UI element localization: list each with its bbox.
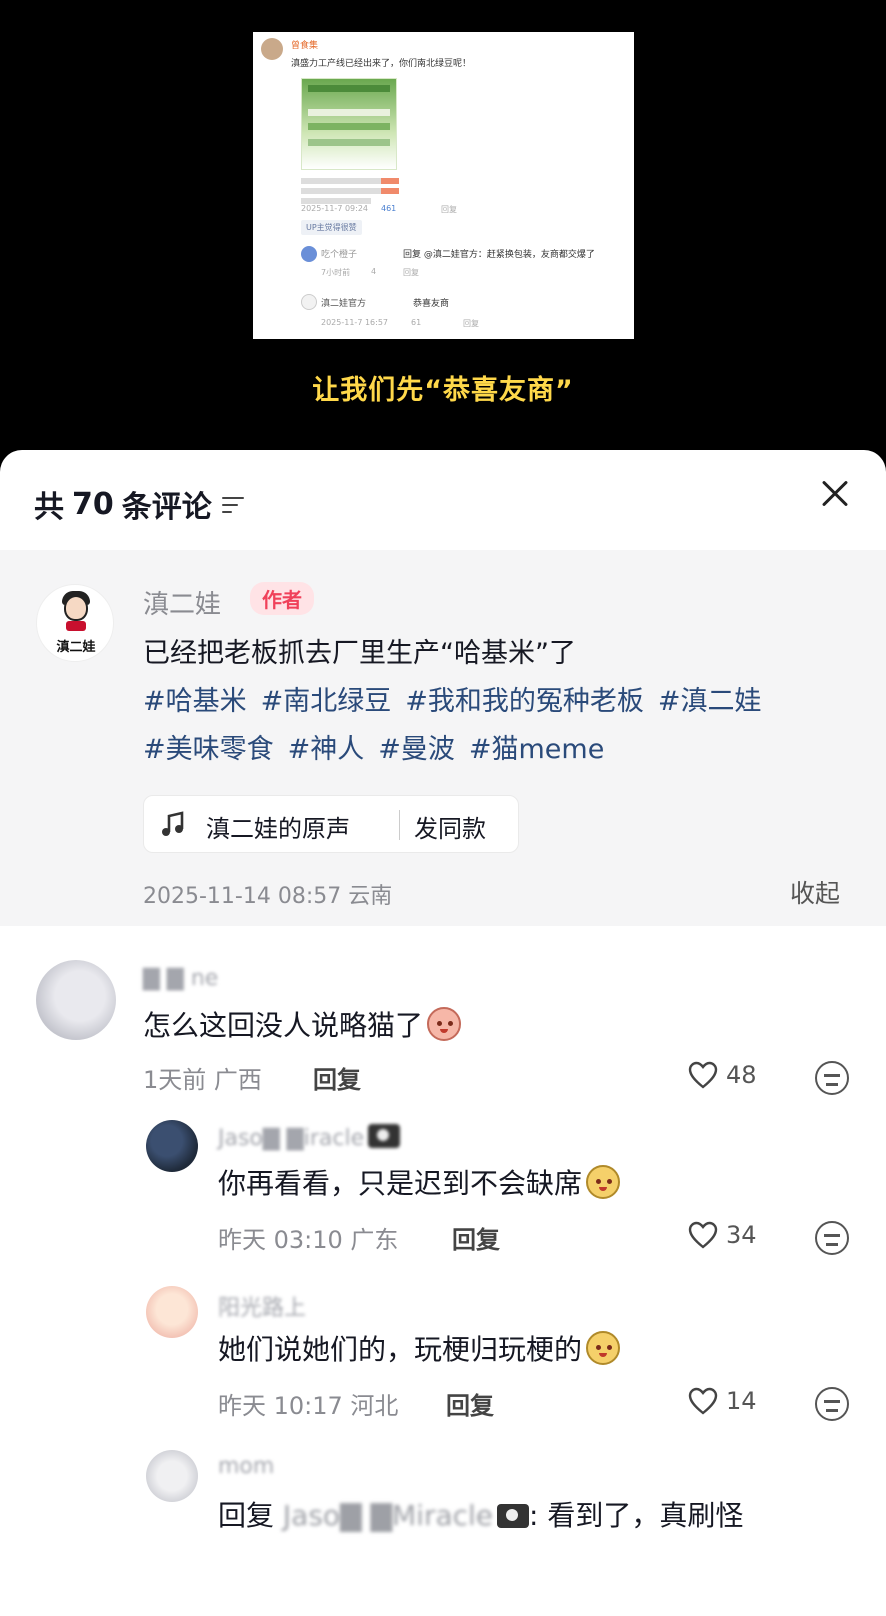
reply2-likes: 61 [411,318,422,327]
up-tag: UP主觉得很赞 [301,220,362,235]
heart-icon [688,1221,718,1249]
comment-username[interactable]: Jaso▇ ▇iracle [218,1124,401,1151]
comment-meta: 昨天 10:17 河北 [218,1392,399,1420]
like-count: 14 [726,1387,757,1415]
avatar[interactable] [146,1286,198,1338]
camera-icon [368,1124,401,1148]
post-likes: 461 [381,204,397,213]
comment-text: 回复 Jaso▇ ▇Miracle : 看到了，真刷怪 [218,1494,743,1534]
doc-line [301,188,393,194]
sticker-icon [586,1165,621,1199]
comment-meta: 1天前 广西 [143,1066,262,1094]
video-player[interactable]: 曾食集 滇盛力工产线已经出来了，你们南北绿豆呢！ 2025-11-7 09:24… [0,0,886,450]
reply-button[interactable]: 回复 [452,1220,500,1255]
sort-icon[interactable] [221,494,246,514]
post-reply: 回复 [441,205,457,214]
avatar[interactable] [146,1450,198,1502]
comment-username[interactable]: 阳光路上 [218,1290,306,1322]
comment-count[interactable]: 共 70 条评论 [34,482,246,526]
sticker-icon [586,1331,621,1365]
hashtag[interactable]: #我和我的冤种老板 [405,678,644,726]
hashtag[interactable]: #哈基米 [143,678,247,726]
music-chip[interactable]: 滇二娃的原声 发同款 [143,795,519,853]
use-sound-button[interactable]: 发同款 [414,809,486,844]
comment-username-text: Jaso▇ ▇iracle [218,1126,365,1151]
comment-panel: 共 70 条评论 滇二娃 滇二娃 作者 已经把老板抓去厂里生产“哈基米”了 #哈… [0,450,886,1616]
collapse-button[interactable]: 收起 [790,874,840,910]
like-count: 48 [726,1061,757,1089]
post-meta: 2025-11-7 09:24 [301,204,368,213]
avatar[interactable] [36,960,116,1040]
comment-text-content: 怎么这回没人说略猫了 [143,1009,424,1042]
avatar [261,38,283,60]
reply-button[interactable]: 回复 [446,1386,494,1421]
comment-username[interactable]: ▇ ▇ ne [143,966,218,991]
author-badge: 作者 [250,582,314,615]
hashtag[interactable]: #美味零食 [143,726,274,774]
comment-text: 怎么这回没人说略猫了 [143,1004,462,1044]
reply2-user: 滇二娃官方 [321,299,367,309]
hashtag[interactable]: #曼波 [378,726,455,774]
camera-icon [497,1504,530,1528]
like-count: 34 [726,1221,757,1249]
logo-text: 滇二娃 [56,640,96,655]
mention-link[interactable]: Jaso▇ ▇Miracle [283,1499,493,1532]
like-button[interactable]: 34 [688,1221,757,1249]
emoji-icon[interactable] [815,1387,849,1421]
reply2-text: 恭喜友商 [413,299,450,309]
hashtag[interactable]: #猫meme [469,726,604,774]
reply2-reply: 回复 [463,319,479,328]
avatar [301,294,317,310]
comment-text-content: 你再看看，只是迟到不会缺席 [218,1167,583,1200]
doc-line [381,178,399,184]
emoji-icon[interactable] [815,1221,849,1255]
avatar[interactable] [146,1120,198,1172]
comment-text: 她们说她们的，玩梗归玩梗的 [218,1328,621,1368]
post-text: 滇盛力工产线已经出来了，你们南北绿豆呢！ [291,59,472,69]
comment-meta: 昨天 03:10 广东 [218,1226,399,1254]
doc-line [381,188,399,194]
reply1-user: 吃个橙子 [321,250,358,260]
reply1-text: 回复 @滇二娃官方：赶紧换包装，友商都交爆了 [403,250,595,260]
reply-prefix: 回复 [218,1499,275,1532]
comment-count-prefix: 共 [34,490,64,525]
divider [399,810,400,840]
hashtag[interactable]: #南北绿豆 [261,678,392,726]
comment-text-content: 她们说她们的，玩梗归玩梗的 [218,1333,583,1366]
comment-text: 你再看看，只是迟到不会缺席 [218,1162,621,1202]
close-icon[interactable] [815,474,855,514]
like-button[interactable]: 14 [688,1387,757,1415]
comment-count-suffix: 条评论 [121,490,212,525]
doc-line [301,178,393,184]
music-name[interactable]: 滇二娃的原声 [206,809,350,844]
reply1-likes: 4 [371,267,377,276]
hashtag[interactable]: #神人 [288,726,365,774]
reply2-meta: 2025-11-7 16:57 [321,318,388,327]
video-caption: 让我们先“恭喜友商” [312,375,574,406]
author-comment-time: 2025-11-14 08:57 云南 [143,884,393,909]
comment-username[interactable]: mom [218,1454,274,1479]
comment-count-number: 70 [72,486,114,522]
author-comment-text: 已经把老板抓去厂里生产“哈基米”了 [143,638,576,669]
hashtag[interactable]: #滇二娃 [658,678,762,726]
avatar[interactable]: 滇二娃 [36,584,114,662]
music-note-icon [162,811,184,836]
comment-text-content: : 看到了，真刷怪 [529,1499,744,1532]
hashtag-list: #哈基米 #南北绿豆 #我和我的冤种老板 #滇二娃 #美味零食 #神人 #曼波 #猫meme [143,678,863,774]
sticker-icon [427,1007,462,1041]
reply-button[interactable]: 回复 [313,1060,361,1095]
heart-icon [688,1387,718,1415]
avatar [301,246,317,262]
reply1-meta: 7小时前 [321,268,351,277]
heart-icon [688,1061,718,1089]
author-name[interactable]: 滇二娃 [143,584,221,621]
post-user: 曾食集 [291,41,319,51]
post-image [301,78,397,170]
like-button[interactable]: 48 [688,1061,757,1089]
emoji-icon[interactable] [815,1061,849,1095]
comment-panel-header: 共 70 条评论 [0,450,886,550]
reply1-reply: 回复 [403,268,419,277]
embedded-screenshot: 曾食集 滇盛力工产线已经出来了，你们南北绿豆呢！ 2025-11-7 09:24… [253,32,634,339]
author-comment: 滇二娃 滇二娃 作者 已经把老板抓去厂里生产“哈基米”了 #哈基米 #南北绿豆 #我… [0,550,886,926]
